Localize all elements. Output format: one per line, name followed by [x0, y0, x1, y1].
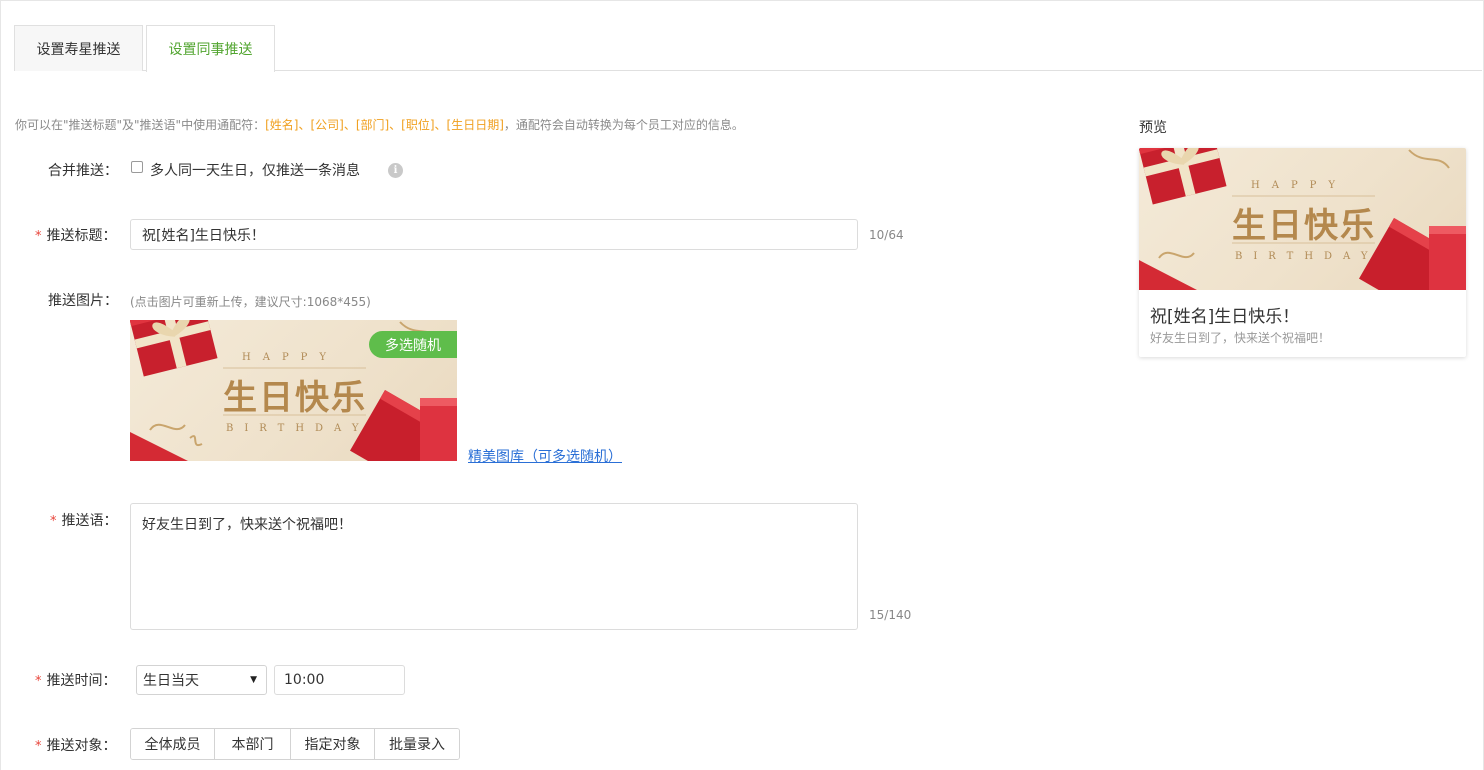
target-segmented-control: 全体成员 本部门 指定对象 批量录入 — [130, 728, 460, 760]
merge-text: 多人同一天生日，仅推送一条消息 — [150, 163, 360, 179]
target-own-department-button[interactable]: 本部门 — [215, 729, 291, 759]
target-batch-import-button[interactable]: 批量录入 — [375, 729, 459, 759]
preview-banner-happy-text: HAPPY — [1251, 180, 1348, 191]
time-label: * 推送时间： — [35, 670, 117, 690]
merge-checkbox[interactable] — [131, 161, 143, 173]
message-textarea[interactable]: 好友生日到了，快来送个祝福吧！ — [130, 503, 858, 630]
time-label-text: 推送时间： — [46, 673, 117, 689]
title-input[interactable]: 祝[姓名]生日快乐！ — [130, 219, 858, 250]
required-star: * — [35, 739, 42, 754]
title-label: * 推送标题： — [35, 225, 117, 245]
title-label-text: 推送标题： — [46, 228, 117, 244]
push-time-input[interactable]: 10:00 — [274, 665, 405, 695]
push-day-select[interactable]: 生日当天 ▼ — [136, 665, 267, 695]
preview-banner-main-text: 生日快乐 — [1232, 206, 1376, 246]
multi-random-badge: 多选随机 — [369, 331, 457, 358]
image-hint: (点击图片可重新上传，建议尺寸:1068*455) — [130, 295, 371, 309]
tip-prefix: 你可以在"推送标题"及"推送语"中使用通配符： — [15, 118, 266, 132]
message-label: * 推送语： — [50, 510, 118, 530]
message-label-text: 推送语： — [61, 513, 118, 529]
target-all-members-button[interactable]: 全体成员 — [131, 729, 215, 759]
banner-birthday-text: BIRTHDAY — [226, 423, 370, 434]
info-icon[interactable]: i — [388, 163, 403, 178]
preview-banner: HAPPY 生日快乐 BIRTHDAY — [1139, 148, 1466, 290]
banner-happy-text: HAPPY — [242, 352, 339, 363]
tab-birthday-person-push[interactable]: 设置寿星推送 — [14, 25, 143, 71]
target-specific-button[interactable]: 指定对象 — [291, 729, 375, 759]
preview-heading: 预览 — [1139, 120, 1167, 136]
dropdown-arrow-icon: ▼ — [250, 675, 257, 685]
required-star: * — [35, 229, 42, 244]
tab-bar: 设置寿星推送 设置同事推送 — [0, 0, 1484, 72]
push-day-value: 生日当天 — [143, 673, 199, 689]
preview-card-message: 好友生日到了，快来送个祝福吧！ — [1150, 331, 1331, 345]
preview-banner-birthday-text: BIRTHDAY — [1235, 251, 1379, 262]
image-label: 推送图片： — [48, 293, 118, 309]
required-star: * — [35, 674, 42, 689]
title-counter: 10/64 — [869, 228, 904, 242]
tip-wildcards: [姓名]、[公司]、[部门]、[职位]、[生日日期] — [265, 118, 504, 132]
gallery-link[interactable]: 精美图库（可多选随机） — [468, 446, 622, 466]
merge-label: 合并推送： — [48, 163, 118, 179]
target-label-text: 推送对象： — [46, 738, 117, 754]
required-star: * — [50, 514, 57, 529]
tab-colleague-push[interactable]: 设置同事推送 — [146, 25, 275, 72]
preview-card-title: 祝[姓名]生日快乐！ — [1150, 307, 1300, 327]
wildcard-tip: 你可以在"推送标题"及"推送语"中使用通配符：[姓名]、[公司]、[部门]、[职… — [15, 116, 744, 133]
target-label: * 推送对象： — [35, 735, 117, 755]
tip-suffix: ，通配符会自动转换为每个员工对应的信息。 — [503, 118, 744, 132]
message-counter: 15/140 — [869, 608, 912, 622]
preview-card: HAPPY 生日快乐 BIRTHDAY 祝[姓名]生日快乐！ 好友生日到了，快来… — [1139, 148, 1466, 357]
banner-main-text: 生日快乐 — [223, 378, 367, 418]
